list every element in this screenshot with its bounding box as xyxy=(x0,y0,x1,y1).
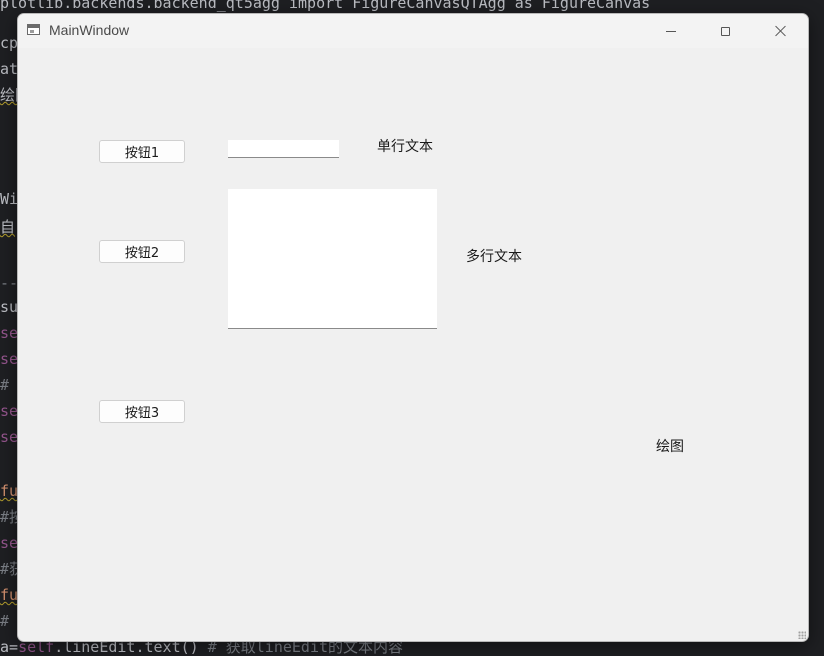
resize-grip-icon[interactable] xyxy=(798,631,806,639)
code-fragment: at xyxy=(0,60,19,78)
code-fragment: # xyxy=(0,376,10,394)
minimize-button[interactable] xyxy=(644,14,698,48)
code-fragment: se xyxy=(0,402,19,420)
button-3[interactable]: 按钮3 xyxy=(99,400,185,423)
multi-line-textarea[interactable] xyxy=(228,189,437,329)
code-fragment: fu xyxy=(0,586,19,604)
code-fragment: se xyxy=(0,350,19,368)
minimize-icon xyxy=(666,30,676,32)
button-1[interactable]: 按钮1 xyxy=(99,140,185,163)
window-title: MainWindow xyxy=(49,22,130,38)
code-fragment: # xyxy=(0,612,10,630)
code-fragment: fu xyxy=(0,482,19,500)
single-line-label: 单行文本 xyxy=(377,139,433,155)
close-button[interactable] xyxy=(754,14,808,48)
code-fragment: Wi xyxy=(0,190,19,208)
single-line-input[interactable] xyxy=(228,140,339,158)
app-window-icon xyxy=(27,24,40,35)
code-fragment: se xyxy=(0,428,19,446)
code-fragment: se xyxy=(0,534,19,552)
close-icon xyxy=(775,25,787,37)
drawing-label: 绘图 xyxy=(656,439,684,455)
code-line-top: plotlib.backends.backend_qt5agg import F… xyxy=(0,0,651,12)
multi-line-label: 多行文本 xyxy=(466,249,522,265)
code-fragment: se xyxy=(0,324,19,342)
maximize-button[interactable] xyxy=(698,14,752,48)
title-bar[interactable]: MainWindow xyxy=(18,14,808,48)
code-fragment: -- xyxy=(0,274,19,292)
code-fragment: su xyxy=(0,298,19,316)
maximize-icon xyxy=(720,26,730,36)
button-2[interactable]: 按钮2 xyxy=(99,240,185,263)
code-fragment: cp xyxy=(0,34,19,52)
main-window: MainWindow 按钮1 按钮2 按钮3 单行文本 多行文本 绘图 xyxy=(17,13,809,642)
code-token: a= xyxy=(0,638,19,656)
code-fragment: 自 xyxy=(0,218,16,236)
